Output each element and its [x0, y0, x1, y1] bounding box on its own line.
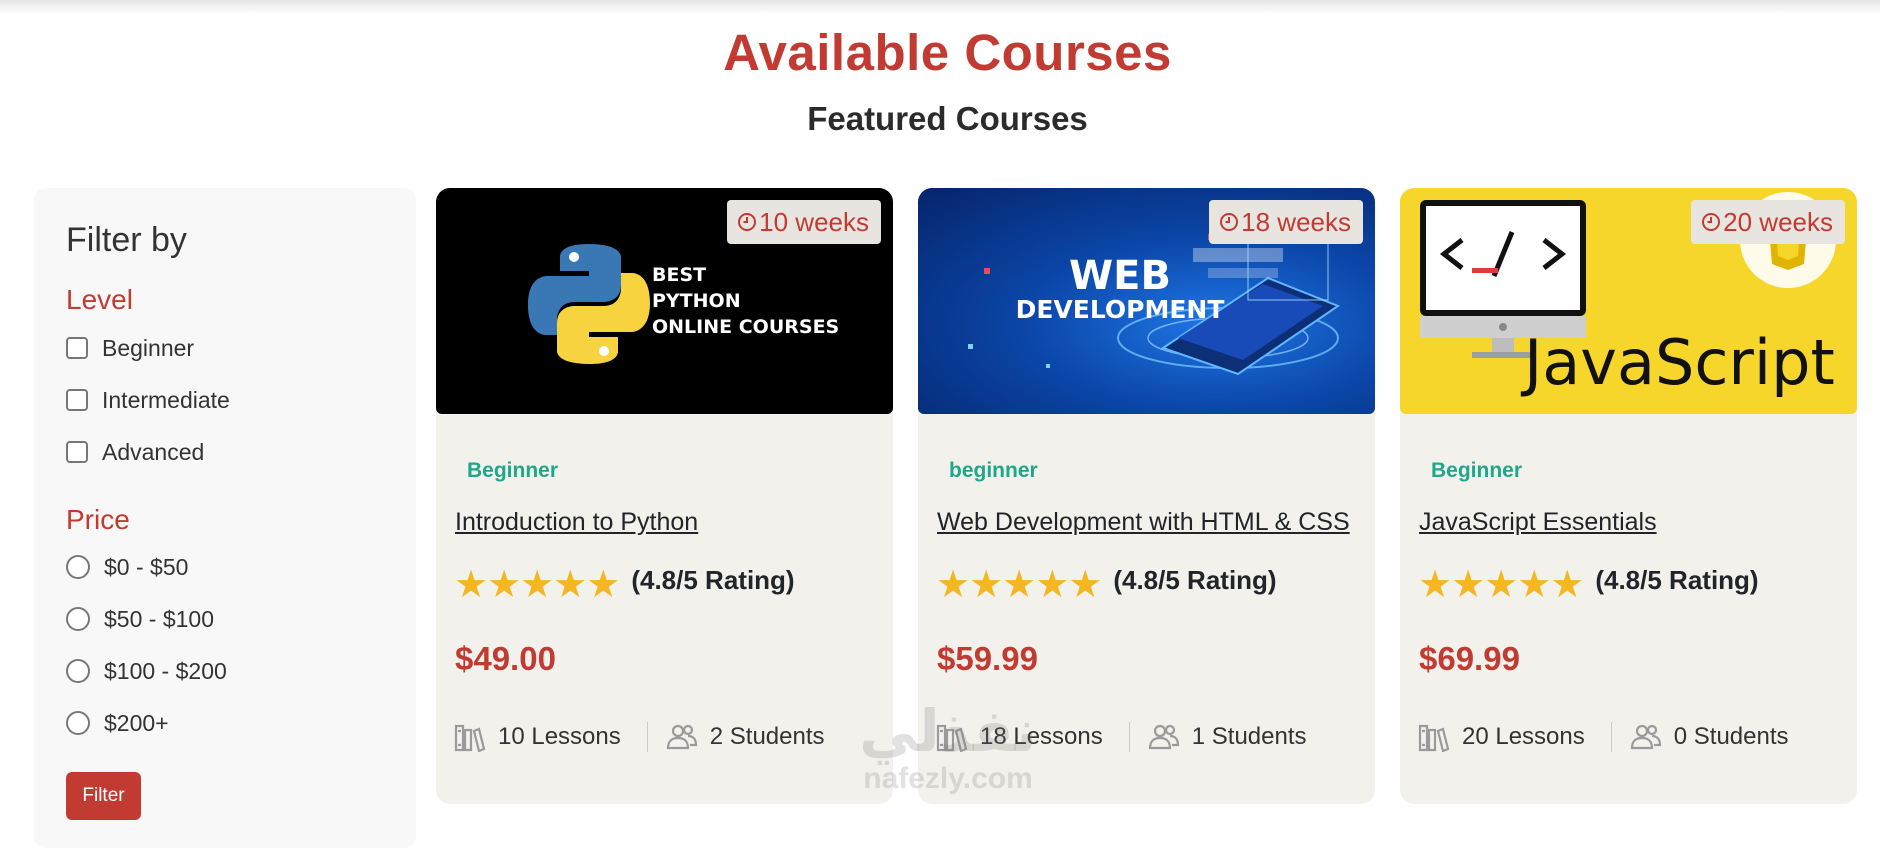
course-rating: ★★★★★ (4.8/5 Rating) [1418, 560, 1759, 606]
course-level: Beginner [467, 459, 559, 482]
top-shadow [0, 0, 1880, 14]
price-option-label: $200+ [104, 709, 169, 736]
course-image-text: JavaScript [1524, 326, 1835, 399]
course-title-link[interactable]: JavaScript Essentials [1419, 508, 1657, 537]
clock-icon [1702, 213, 1721, 231]
books-icon [1418, 724, 1450, 752]
duration-badge: 20 weeks [1691, 200, 1845, 244]
course-image-python[interactable]: BEST PYTHON ONLINE COURSES 10 weeks [436, 188, 893, 414]
level-filter-title: Level [66, 284, 133, 315]
price-option-100-200[interactable]: $100 - $200 [66, 656, 227, 686]
course-stats: 18 Lessons 1 Students [936, 722, 1307, 752]
course-image-text: DEVELOPMENT [1015, 295, 1225, 324]
course-stats: 20 Lessons 0 Students [1418, 722, 1789, 752]
course-title-link[interactable]: Web Development with HTML & CSS [937, 508, 1350, 537]
stat-divider [646, 722, 648, 752]
students-count: 2 Students [709, 723, 825, 750]
course-rating: ★★★★★ (4.8/5 Rating) [936, 560, 1277, 606]
lessons-count: 20 Lessons [1462, 723, 1585, 750]
course-image-text: WEB [1069, 253, 1171, 299]
users-icon [1148, 724, 1179, 750]
course-rating: ★★★★★ (4.8/5 Rating) [454, 560, 795, 606]
course-image-javascript[interactable]: JavaScript 20 weeks [1400, 188, 1857, 414]
clock-icon [1220, 213, 1239, 231]
level-option-label: Advanced [102, 438, 205, 465]
course-image-text: ONLINE COURSES [652, 316, 840, 338]
course-price: $59.99 [937, 640, 1038, 677]
lessons-count: 18 Lessons [980, 723, 1103, 750]
rating-stars-icon: ★★★★★ [454, 564, 620, 606]
level-option-label: Beginner [102, 334, 195, 361]
course-level: beginner [949, 459, 1038, 482]
duration-badge: 18 weeks [1209, 200, 1363, 244]
rating-text: (4.8/5 Rating) [1113, 564, 1277, 595]
course-card[interactable]: BEST PYTHON ONLINE COURSES 10 weeks Begi… [436, 188, 893, 804]
lessons-stat: 20 Lessons [1418, 722, 1585, 752]
price-radio[interactable] [66, 607, 90, 631]
clock-icon [738, 213, 757, 231]
duration-text: 20 weeks [1723, 206, 1833, 237]
students-stat: 1 Students [1148, 722, 1307, 752]
course-card[interactable]: JavaScript 20 weeks Beginner JavaScript … [1400, 188, 1857, 804]
price-filter-title: Price [66, 504, 130, 535]
beginner-checkbox[interactable] [66, 337, 88, 359]
course-stats: 10 Lessons 2 Students [454, 722, 825, 752]
price-option-label: $0 - $50 [104, 553, 189, 580]
price-radio[interactable] [66, 659, 90, 683]
users-icon [1630, 724, 1661, 750]
stat-divider [1610, 722, 1612, 752]
price-option-50-100[interactable]: $50 - $100 [66, 604, 214, 634]
course-card[interactable]: WEB DEVELOPMENT 18 weeks beginner Web De… [918, 188, 1375, 804]
page-title: Available Courses [723, 24, 1172, 81]
students-stat: 2 Students [666, 722, 825, 752]
course-image-web-development[interactable]: WEB DEVELOPMENT 18 weeks [918, 188, 1375, 414]
intermediate-checkbox[interactable] [66, 389, 88, 411]
stat-divider [1128, 722, 1130, 752]
duration-badge: 10 weeks [727, 200, 881, 244]
students-stat: 0 Students [1630, 722, 1789, 752]
course-title-link[interactable]: Introduction to Python [455, 508, 698, 537]
students-count: 1 Students [1191, 723, 1307, 750]
books-icon [936, 724, 968, 752]
page-subtitle: Featured Courses [807, 100, 1088, 137]
level-option-intermediate[interactable]: Intermediate [66, 385, 230, 415]
rating-text: (4.8/5 Rating) [631, 564, 795, 595]
course-image-text: PYTHON [652, 290, 741, 312]
filter-title: Filter by [66, 221, 187, 259]
books-icon [454, 724, 486, 752]
lessons-stat: 10 Lessons [454, 722, 621, 752]
filter-button[interactable]: Filter [66, 772, 141, 820]
level-option-beginner[interactable]: Beginner [66, 333, 194, 363]
price-option-0-50[interactable]: $0 - $50 [66, 552, 188, 582]
students-count: 0 Students [1673, 723, 1789, 750]
price-option-200-plus[interactable]: $200+ [66, 708, 169, 738]
duration-text: 10 weeks [759, 206, 869, 237]
course-image-text: BEST [652, 264, 707, 286]
rating-stars-icon: ★★★★★ [936, 564, 1102, 606]
rating-text: (4.8/5 Rating) [1595, 564, 1759, 595]
lessons-stat: 18 Lessons [936, 722, 1103, 752]
price-option-label: $50 - $100 [104, 605, 214, 632]
course-level: Beginner [1431, 459, 1523, 482]
lessons-count: 10 Lessons [498, 723, 621, 750]
course-price: $69.99 [1419, 640, 1520, 677]
advanced-checkbox[interactable] [66, 441, 88, 463]
price-option-label: $100 - $200 [104, 657, 227, 684]
filter-sidebar: Filter by Level Beginner Intermediate Ad… [34, 188, 416, 848]
price-radio[interactable] [66, 555, 90, 579]
rating-stars-icon: ★★★★★ [1418, 564, 1584, 606]
level-option-label: Intermediate [102, 386, 230, 413]
level-option-advanced[interactable]: Advanced [66, 437, 204, 467]
price-radio[interactable] [66, 711, 90, 735]
duration-text: 18 weeks [1241, 206, 1351, 237]
course-price: $49.00 [455, 640, 556, 677]
users-icon [666, 724, 697, 750]
